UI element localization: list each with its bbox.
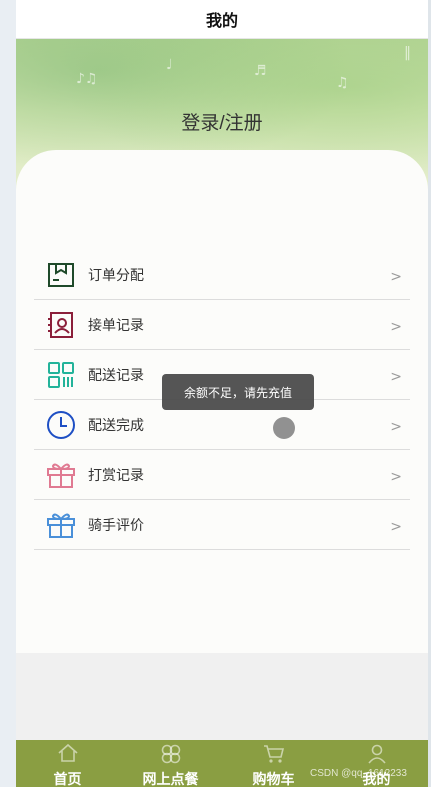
clock-icon — [46, 410, 76, 440]
toast-message: 余额不足，请先充值 — [162, 374, 314, 410]
tab-label: 首页 — [53, 771, 82, 787]
menu-item-tip-records[interactable]: 打赏记录 > — [34, 450, 410, 500]
menu-item-rider-reviews[interactable]: 骑手评价 > — [34, 500, 410, 550]
page-title: 我的 — [205, 13, 238, 30]
chevron-right-icon: > — [390, 519, 402, 535]
cart-icon — [222, 743, 325, 765]
clover-icon — [119, 743, 222, 765]
tab-mine[interactable]: 我的 — [325, 740, 428, 787]
tab-cart[interactable]: 购物车 — [222, 740, 325, 787]
user-badge-icon — [46, 310, 76, 340]
music-note-icon: ♬ — [254, 63, 267, 79]
phone-screen: 我的 ♪♫ ♩ ♬ ♫ ‖ 登录/注册 订单分配 > 接单记录 > 配送记录 >… — [16, 0, 428, 787]
chevron-right-icon: > — [390, 469, 402, 485]
menu-item-label: 配送记录 — [88, 366, 144, 383]
menu-item-label: 订单分配 — [88, 266, 144, 283]
grid-icon — [46, 360, 76, 390]
menu-item-label: 接单记录 — [88, 316, 144, 333]
tab-label: 网上点餐 — [142, 771, 199, 787]
menu-item-order-assign[interactable]: 订单分配 > — [34, 250, 410, 300]
login-register-link[interactable]: 登录/注册 — [16, 108, 428, 135]
music-note-icon: ♪♫ — [76, 71, 98, 87]
watermark: CSDN @qq_1612233 — [310, 768, 407, 779]
menu-item-accept-records[interactable]: 接单记录 > — [34, 300, 410, 350]
tab-order-online[interactable]: 网上点餐 — [119, 740, 222, 787]
chevron-right-icon: > — [390, 369, 402, 385]
touch-indicator — [273, 417, 295, 439]
chevron-right-icon: > — [390, 319, 402, 335]
menu-item-label: 打赏记录 — [88, 466, 144, 483]
music-note-icon: ‖ — [404, 45, 411, 61]
bottom-tab-bar: 首页 网上点餐 购物车 我的 — [16, 740, 428, 787]
music-note-icon: ♫ — [336, 75, 349, 91]
tab-home[interactable]: 首页 — [16, 740, 119, 787]
gift-icon — [46, 510, 76, 540]
home-icon — [16, 743, 119, 765]
chevron-right-icon: > — [390, 269, 402, 285]
menu-item-label: 配送完成 — [88, 416, 144, 433]
header-bar: 我的 — [16, 0, 428, 39]
box-icon — [46, 260, 76, 290]
chevron-right-icon: > — [390, 419, 402, 435]
gift-icon — [46, 460, 76, 490]
music-note-icon: ♩ — [166, 57, 173, 73]
user-icon — [325, 743, 428, 765]
menu-item-label: 骑手评价 — [88, 516, 144, 533]
